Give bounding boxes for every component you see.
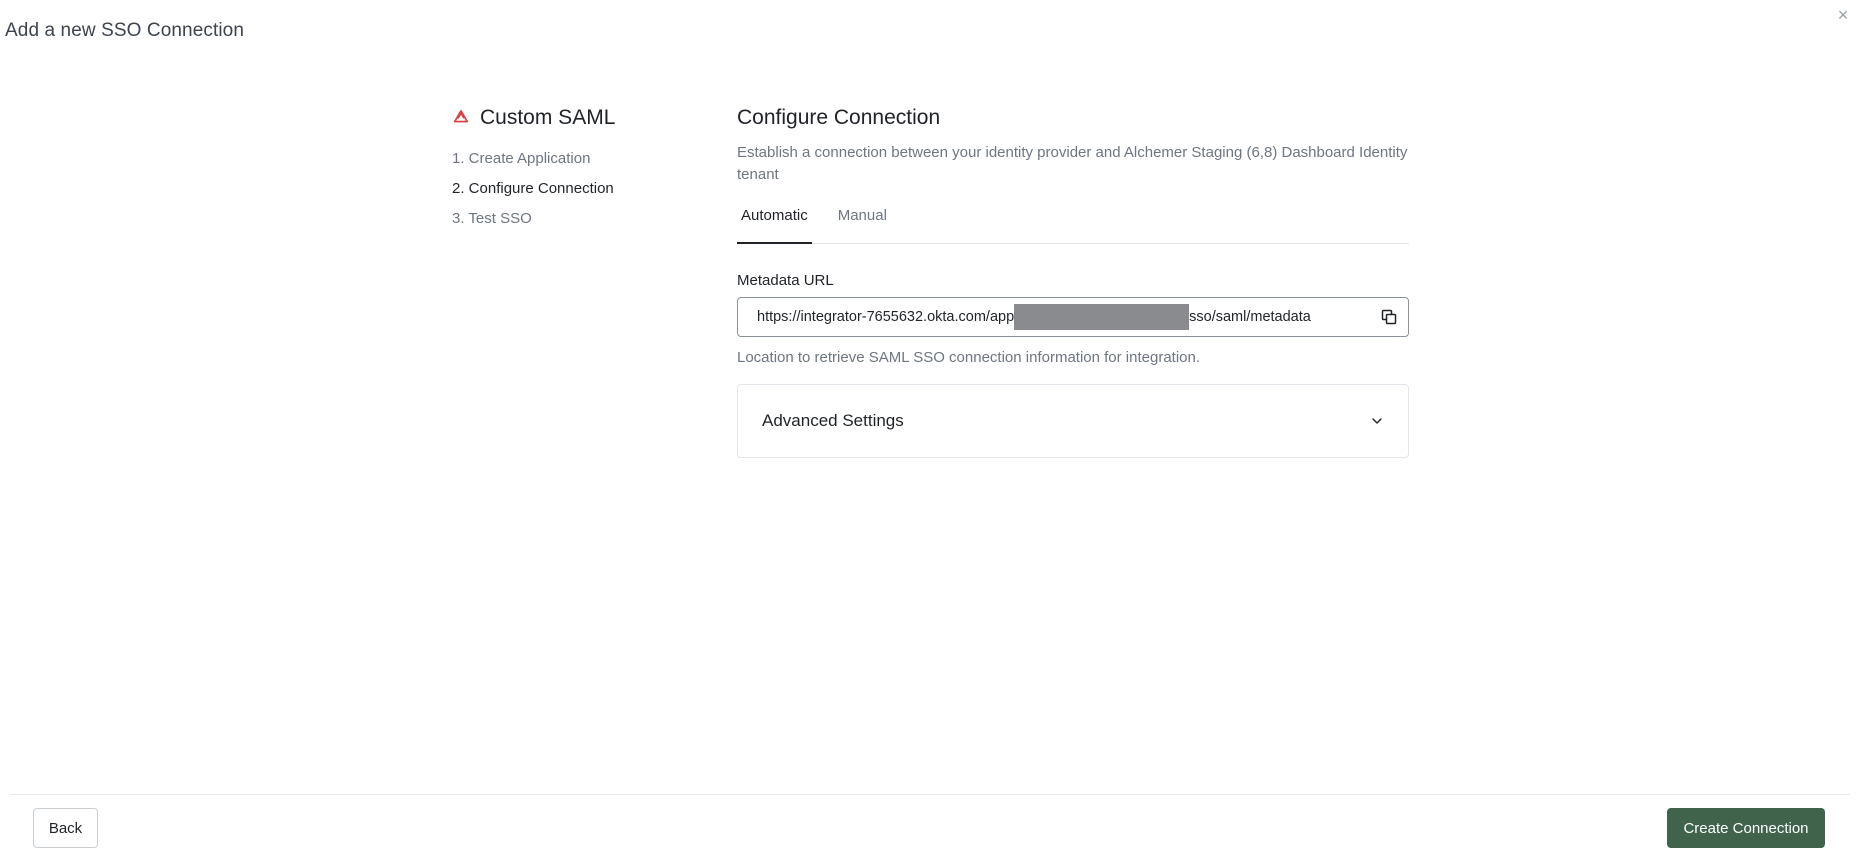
sso-connection-modal: Add a new SSO Connection × Custom SAML 1… (0, 0, 1856, 868)
step-configure-connection: 2. Configure Connection (452, 180, 614, 197)
metadata-url-label: Metadata URL (737, 272, 834, 289)
steps-header: Custom SAML (452, 106, 702, 130)
close-icon[interactable]: × (1834, 6, 1852, 24)
step-create-application: 1. Create Application (452, 150, 591, 167)
footer-divider (10, 794, 1850, 795)
step-list: 1. Create Application 2. Configure Conne… (452, 150, 702, 228)
steps-panel: Custom SAML 1. Create Application 2. Con… (452, 106, 702, 240)
steps-title: Custom SAML (480, 106, 616, 129)
page-title: Configure Connection (737, 106, 941, 129)
main-panel: Configure Connection Establish a connect… (737, 106, 1409, 458)
tab-manual[interactable]: Manual (834, 206, 891, 244)
advanced-settings-accordion[interactable]: Advanced Settings (737, 384, 1409, 458)
step-test-sso: 3. Test SSO (452, 210, 532, 227)
advanced-settings-title: Advanced Settings (762, 411, 904, 430)
metadata-url-prefix: https://integrator-7655632.okta.com/app (757, 309, 1015, 325)
page-description: Establish a connection between your iden… (737, 144, 1408, 183)
chevron-down-icon (1372, 418, 1382, 424)
create-connection-button[interactable]: Create Connection (1667, 808, 1825, 848)
metadata-url-field[interactable]: https://integrator-7655632.okta.com/app … (737, 297, 1409, 337)
saml-icon (453, 109, 469, 123)
tab-automatic[interactable]: Automatic (737, 206, 812, 244)
copy-icon[interactable] (1380, 308, 1398, 326)
metadata-url-help: Location to retrieve SAML SSO connection… (737, 349, 1201, 366)
back-button[interactable]: Back (33, 808, 98, 848)
metadata-url-suffix: sso/saml/metadata (1189, 309, 1311, 325)
redacted-block (1014, 304, 1190, 330)
connection-tabs: Automatic Manual (737, 206, 1409, 244)
modal-title: Add a new SSO Connection (5, 20, 244, 41)
